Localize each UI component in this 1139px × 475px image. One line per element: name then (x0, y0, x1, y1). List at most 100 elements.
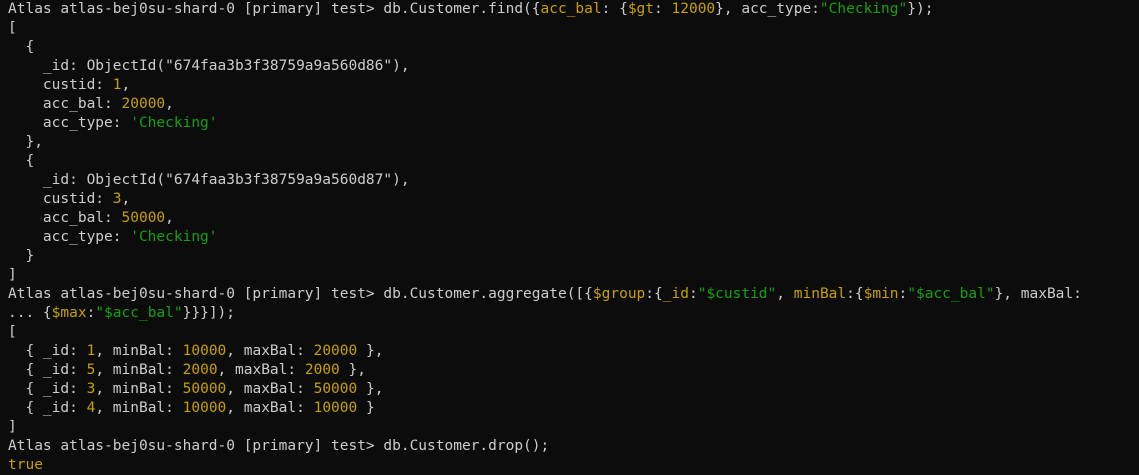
terminal-text-segment: 1 (86, 343, 96, 359)
terminal-line: Atlas atlas-bej0su-shard-0 [primary] tes… (8, 437, 1139, 456)
terminal-line: [ (8, 19, 1139, 38)
terminal-text-segment: 50000 (313, 381, 358, 397)
terminal-text-segment: acc_bal: (8, 96, 122, 112)
terminal-text-segment: 'Checking' (130, 115, 218, 131)
terminal-text-segment: , (165, 210, 174, 226)
terminal-text-segment: custid: (8, 77, 113, 93)
terminal-text-segment: , (121, 191, 131, 207)
terminal-text-segment: Atlas atlas-bej0su-shard-0 [primary] tes… (8, 286, 593, 302)
terminal-line: acc_bal: 50000, (8, 209, 1139, 228)
terminal-text-segment: ] (8, 419, 17, 435)
terminal-text-segment: "Checking" (819, 1, 908, 17)
terminal-text-segment: ] (8, 267, 17, 283)
terminal-text-segment: { _id: (8, 400, 87, 416)
terminal-text-segment: }, acc_type: (715, 1, 820, 17)
terminal-text-segment: _id: ObjectId("674faa3b3f38759a9a560d87"… (8, 172, 410, 188)
terminal-line: [ (8, 323, 1139, 342)
terminal-text-segment: :{ (645, 286, 663, 302)
terminal-text-segment: , maxBal: (226, 381, 314, 397)
terminal-line: ] (8, 418, 1139, 437)
terminal-text-segment: minBal (793, 286, 847, 302)
terminal-line: _id: ObjectId("674faa3b3f38759a9a560d86"… (8, 57, 1139, 76)
terminal-text-segment: 50000 (121, 210, 166, 226)
terminal-window[interactable]: Atlas atlas-bej0su-shard-0 [primary] tes… (0, 0, 1139, 473)
terminal-text-segment: [ (8, 324, 17, 340)
terminal-text-segment: 10000 (182, 343, 227, 359)
terminal-text-segment: }, (357, 343, 384, 359)
terminal-text-segment: , (776, 286, 794, 302)
terminal-text-segment: 3 (112, 191, 122, 207)
terminal-text-segment: , maxBal: (226, 400, 314, 416)
terminal-text-segment: }, (8, 134, 43, 150)
terminal-text-segment: custid: (8, 191, 113, 207)
terminal-text-segment: 1 (112, 77, 122, 93)
terminal-text-segment: _id (662, 286, 689, 302)
terminal-text-segment: { _id: (8, 343, 87, 359)
terminal-text-segment: : (688, 286, 698, 302)
terminal-text-segment: { (8, 39, 35, 55)
terminal-text-segment: $gt (627, 1, 655, 17)
terminal-line: Atlas atlas-bej0su-shard-0 [primary] tes… (8, 285, 1139, 304)
terminal-text-segment: : (654, 1, 672, 17)
terminal-line: acc_bal: 20000, (8, 95, 1139, 114)
terminal-text-segment: $group (592, 286, 646, 302)
terminal-text-segment: 20000 (121, 96, 166, 112)
terminal-text-segment: "$custid" (697, 286, 777, 302)
terminal-text-segment: , (165, 96, 174, 112)
terminal-line: acc_type: 'Checking' (8, 114, 1139, 133)
terminal-line: { _id: 1, minBal: 10000, maxBal: 20000 }… (8, 342, 1139, 361)
terminal-line: { (8, 152, 1139, 171)
terminal-text-segment: 10000 (313, 400, 358, 416)
terminal-text-segment: 20000 (313, 343, 358, 359)
terminal-text-segment: : (86, 305, 96, 321)
terminal-text-segment: Atlas atlas-bej0su-shard-0 [primary] tes… (8, 1, 541, 17)
terminal-line: custid: 1, (8, 76, 1139, 95)
terminal-text-segment: , (121, 77, 131, 93)
terminal-line: acc_type: 'Checking' (8, 228, 1139, 247)
terminal-text-segment: acc_bal (540, 1, 602, 17)
terminal-text-segment: : { (601, 1, 628, 17)
terminal-text-segment: acc_type: (8, 229, 131, 245)
terminal-text-segment: }, maxBal: (994, 286, 1082, 302)
terminal-text-segment: } (8, 248, 35, 264)
terminal-text-segment: }, (357, 381, 384, 397)
terminal-text-segment: { (8, 153, 35, 169)
terminal-text-segment: 5 (86, 362, 96, 378)
terminal-text-segment: 50000 (182, 381, 227, 397)
terminal-text-segment: , minBal: (95, 381, 183, 397)
terminal-text-segment: acc_type: (8, 115, 131, 131)
terminal-text-segment: $min (863, 286, 899, 302)
terminal-line: { _id: 3, minBal: 50000, maxBal: 50000 }… (8, 380, 1139, 399)
terminal-text-segment: $max (51, 305, 87, 321)
terminal-text-segment: }, (339, 362, 366, 378)
terminal-text-segment: Atlas atlas-bej0su-shard-0 [primary] tes… (8, 438, 550, 454)
terminal-text-segment: 'Checking' (130, 229, 218, 245)
terminal-text-segment: , minBal: (95, 362, 183, 378)
terminal-text-segment: { _id: (8, 381, 87, 397)
terminal-text-segment: acc_bal: (8, 210, 122, 226)
terminal-text-segment: 2000 (304, 362, 340, 378)
terminal-line: custid: 3, (8, 190, 1139, 209)
terminal-line: ] (8, 266, 1139, 285)
terminal-text-segment: } (357, 400, 375, 416)
terminal-text-segment: "$acc_bal" (95, 305, 183, 321)
terminal-text-segment: 4 (86, 400, 96, 416)
terminal-text-segment: }}}]); (182, 305, 236, 321)
terminal-line: { (8, 38, 1139, 57)
terminal-line: true (8, 456, 1139, 475)
terminal-line: }, (8, 133, 1139, 152)
terminal-line: Atlas atlas-bej0su-shard-0 [primary] tes… (8, 0, 1139, 19)
terminal-line: _id: ObjectId("674faa3b3f38759a9a560d87"… (8, 171, 1139, 190)
terminal-text-segment: , maxBal: (226, 343, 314, 359)
terminal-text-segment: ... { (8, 305, 52, 321)
terminal-text-segment: true (8, 457, 43, 473)
terminal-text-segment: 10000 (182, 400, 227, 416)
terminal-text-segment: , minBal: (95, 400, 183, 416)
terminal-line: { _id: 4, minBal: 10000, maxBal: 10000 } (8, 399, 1139, 418)
terminal-text-segment: : (898, 286, 908, 302)
terminal-text-segment: }); (907, 1, 934, 17)
terminal-line: { _id: 5, minBal: 2000, maxBal: 2000 }, (8, 361, 1139, 380)
terminal-text-segment: _id: ObjectId("674faa3b3f38759a9a560d86"… (8, 58, 410, 74)
terminal-text-segment: [ (8, 20, 17, 36)
terminal-text-segment: 3 (86, 381, 96, 397)
